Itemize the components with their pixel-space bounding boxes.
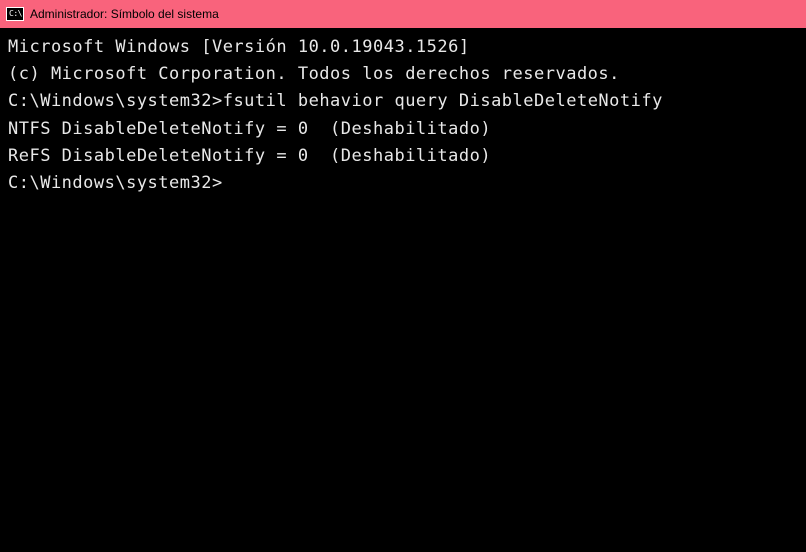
output-refs: ReFS DisableDeleteNotify = 0 (Deshabilit… — [8, 143, 802, 170]
output-ntfs: NTFS DisableDeleteNotify = 0 (Deshabilit… — [8, 116, 802, 143]
command-line-2: C:\Windows\system32> — [8, 170, 802, 197]
terminal-area[interactable]: Microsoft Windows [Versión 10.0.19043.15… — [0, 28, 806, 552]
command-line-1: C:\Windows\system32>fsutil behavior quer… — [8, 88, 802, 115]
version-line: Microsoft Windows [Versión 10.0.19043.15… — [8, 34, 802, 61]
window-title: Administrador: Símbolo del sistema — [30, 7, 219, 21]
copyright-line: (c) Microsoft Corporation. Todos los der… — [8, 61, 802, 88]
title-bar[interactable]: C:\ Administrador: Símbolo del sistema — [0, 0, 806, 28]
typed-command: fsutil behavior query DisableDeleteNotif… — [223, 91, 663, 111]
prompt-path: C:\Windows\system32> — [8, 91, 223, 111]
cmd-icon: C:\ — [6, 7, 24, 21]
cmd-window: C:\ Administrador: Símbolo del sistema M… — [0, 0, 806, 552]
prompt-path: C:\Windows\system32> — [8, 173, 223, 193]
